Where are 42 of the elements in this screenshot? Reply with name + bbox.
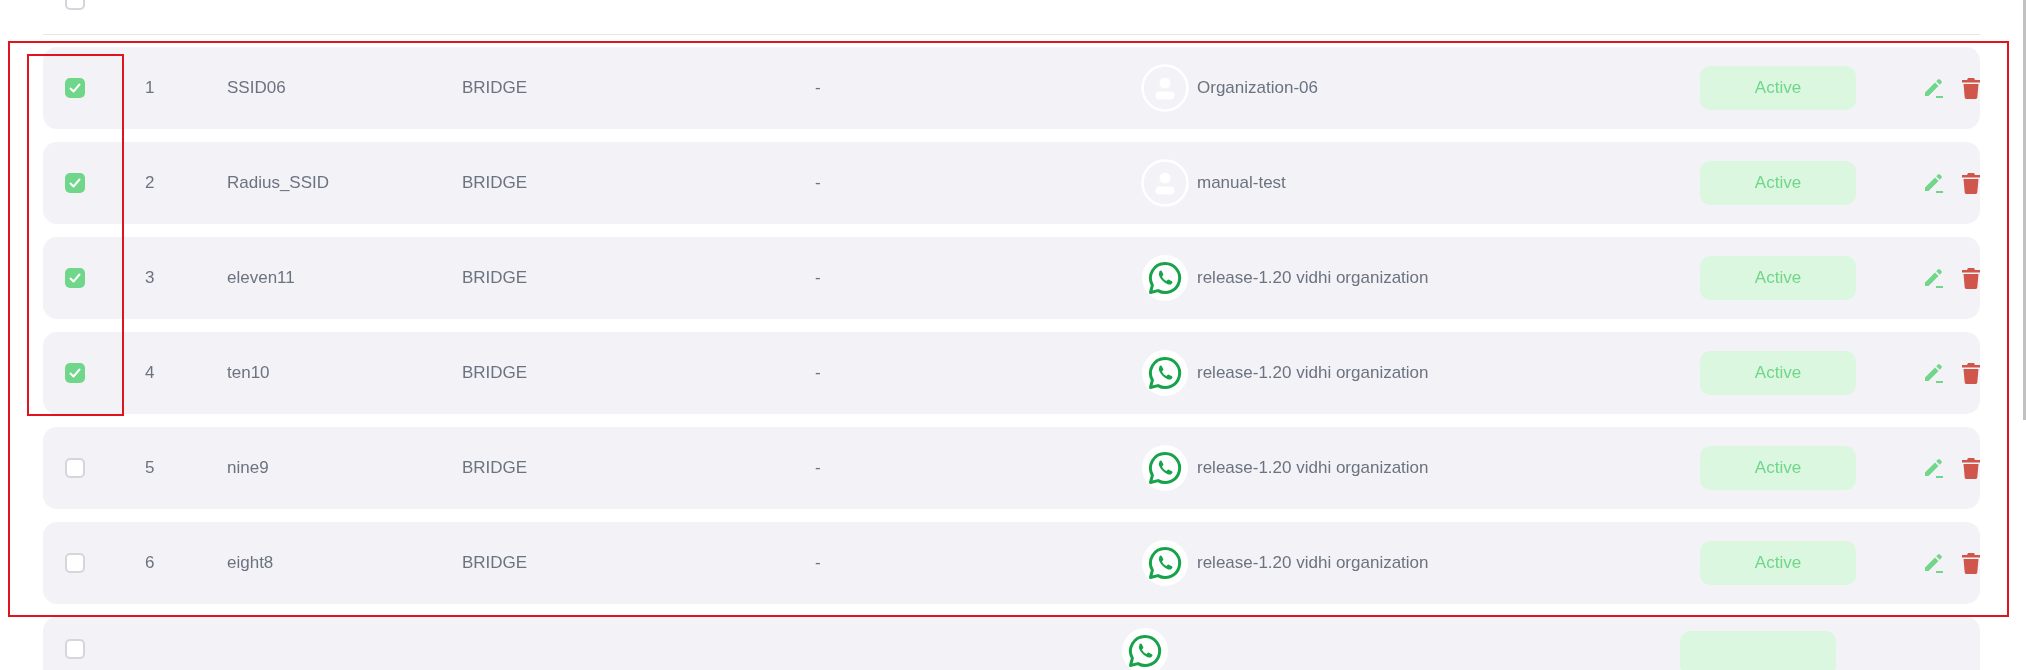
ssid-name: eleven11	[227, 267, 296, 290]
ssid-name: Radius_SSID	[227, 172, 331, 195]
row-number: 2	[145, 172, 156, 195]
row-number: 6	[145, 552, 156, 575]
table-row[interactable]: 5 nine9 BRIDGE - release-1.20 vidhi organization Active	[43, 427, 1980, 509]
ssid-name: ten10	[227, 362, 271, 385]
table-row[interactable]: 3 eleven11 BRIDGE - release-1.20 vidhi organization Active	[43, 237, 1980, 319]
table-cell-text: -	[815, 552, 822, 575]
table-cell-text: -	[815, 457, 822, 480]
row-number: 4	[145, 362, 156, 385]
table-row[interactable]: 4 ten10 BRIDGE - release-1.20 vidhi organization Active	[43, 332, 1980, 414]
table-cell-text: -	[815, 267, 822, 290]
mode-text: BRIDGE	[462, 362, 529, 385]
organization-name: Organization-06	[1197, 77, 1318, 100]
mode-text: BRIDGE	[462, 457, 529, 480]
table-cell-text: -	[815, 362, 822, 385]
mode-text: BRIDGE	[462, 552, 529, 575]
status-badge: Active	[1700, 256, 1856, 300]
organization-name: release-1.20 vidhi organization	[1197, 552, 1429, 575]
organization-name: release-1.20 vidhi organization	[1197, 267, 1429, 290]
status-badge: Active	[1700, 446, 1856, 490]
mode-text: BRIDGE	[462, 77, 529, 100]
ssid-name: SSID06	[227, 77, 287, 100]
ssid-name: eight8	[227, 552, 275, 575]
organization-name: release-1.20 vidhi organization	[1197, 362, 1429, 385]
mode-text: BRIDGE	[462, 172, 529, 195]
row-number: 1	[145, 77, 156, 100]
status-badge: Active	[1700, 161, 1856, 205]
table-cell-text: -	[815, 172, 822, 195]
table-row[interactable]: 1 SSID06 BRIDGE - Organization-06 Active	[43, 47, 1980, 129]
table-cell-text: -	[815, 77, 822, 100]
table-row[interactable]: 6 eight8 BRIDGE - release-1.20 vidhi organization Active	[43, 522, 1980, 604]
mode-text: BRIDGE	[462, 267, 529, 290]
status-badge: Active	[1700, 351, 1856, 395]
status-badge: Active	[1700, 541, 1856, 585]
status-badge: Active	[1700, 66, 1856, 110]
row-number: 5	[145, 457, 156, 480]
ssid-name: nine9	[227, 457, 270, 480]
row-number: 3	[145, 267, 156, 290]
organization-name: manual-test	[1197, 172, 1286, 195]
organization-name: release-1.20 vidhi organization	[1197, 457, 1429, 480]
table-row[interactable]: 2 Radius_SSID BRIDGE - manual-test Active	[43, 142, 1980, 224]
